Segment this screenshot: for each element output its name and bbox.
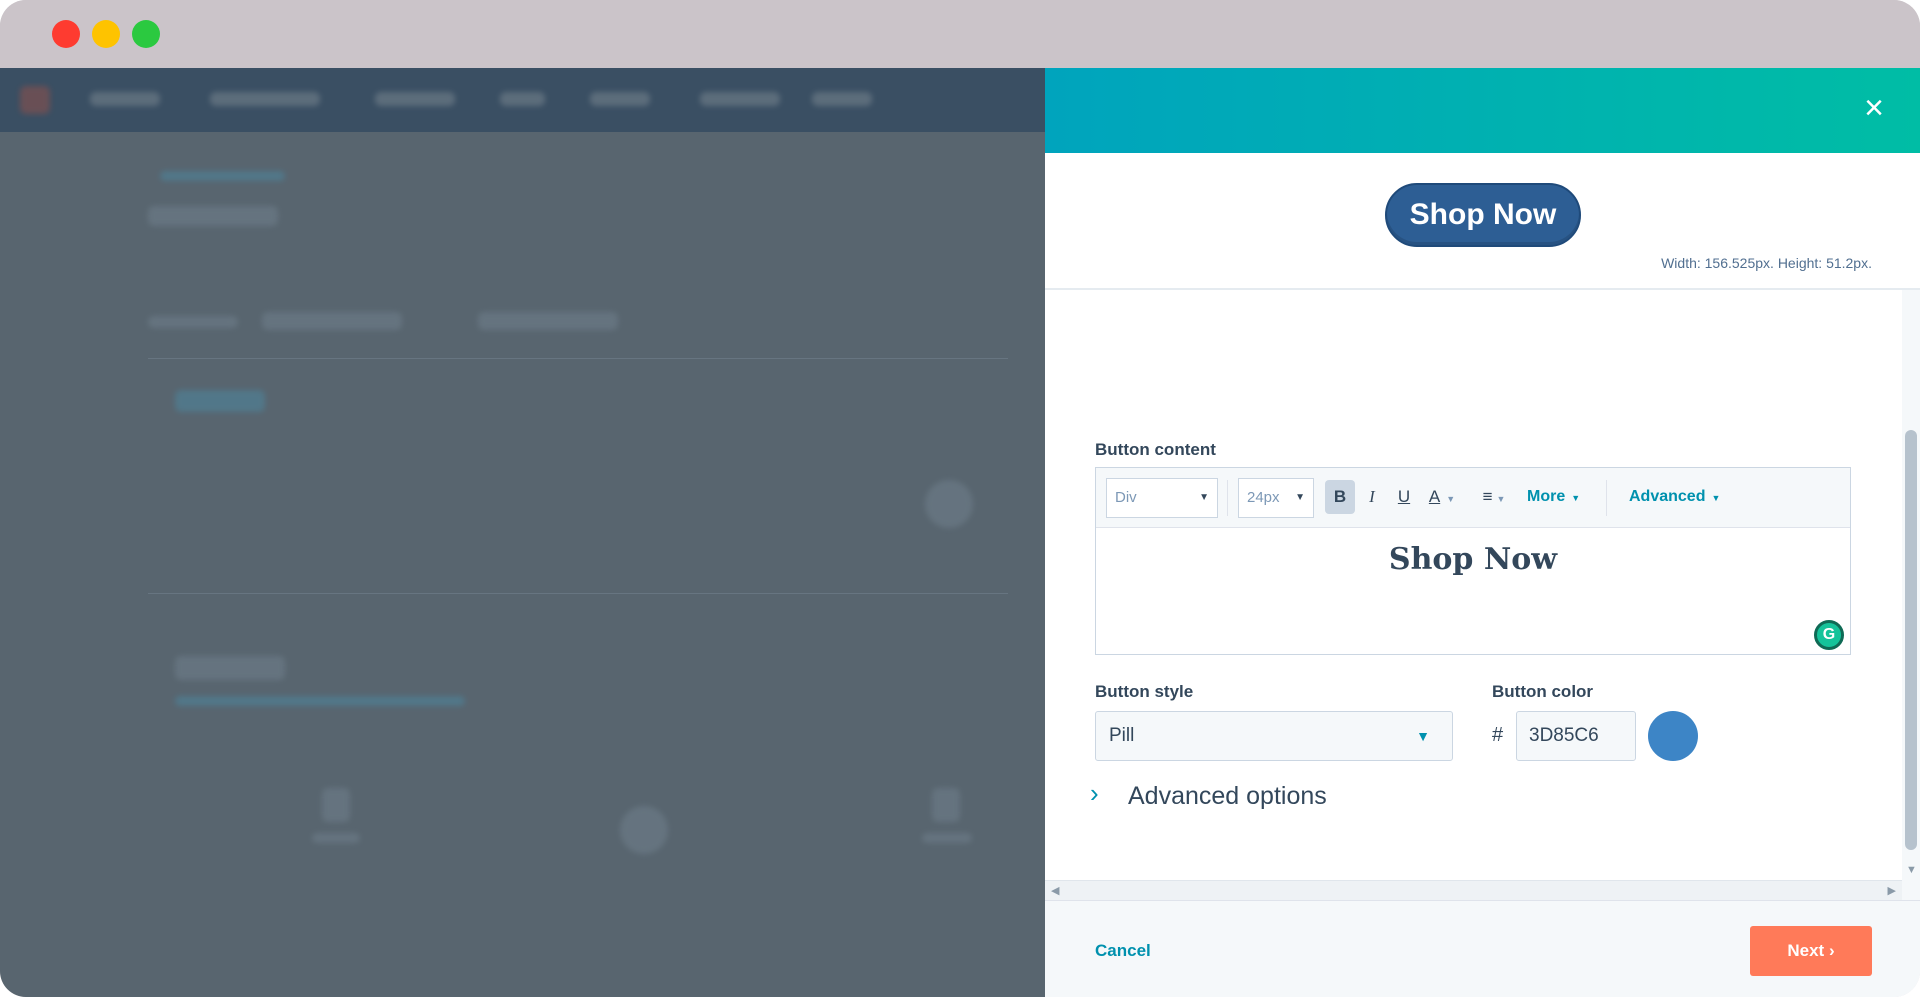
cta-editor-panel: × Shop Now Width: 156.525px. Height: 51.… [1045,68,1920,997]
vertical-scrollbar[interactable]: ▼ [1902,290,1920,900]
chevron-down-icon: ▼ [1446,494,1456,504]
scroll-left-icon[interactable]: ◀ [1051,884,1059,897]
horizontal-scrollbar[interactable]: ◀ ▶ [1045,880,1902,900]
chevron-down-icon: ▼ [1199,492,1209,503]
underline-button[interactable]: U [1390,480,1418,514]
font-size-value: 24px [1247,489,1280,506]
next-button[interactable]: Next › [1750,926,1872,976]
chevron-right-icon[interactable]: › [1090,778,1099,809]
grammarly-icon[interactable]: G [1814,620,1844,650]
button-style-value: Pill [1109,725,1135,746]
background-nav-bar [0,68,1045,132]
rich-text-editor[interactable]: Div ▼ 24px ▼ B I U A ▼ ≡ ▼ More ▼ Advanc… [1095,467,1851,655]
font-size-select[interactable]: 24px ▼ [1238,478,1314,518]
button-style-select[interactable]: Pill ▼ [1095,711,1453,761]
preview-cta-button: Shop Now [1385,183,1581,247]
background-app-overlay [0,68,1045,997]
more-menu-button[interactable]: More ▼ [1527,480,1580,514]
close-window-button[interactable] [52,20,80,48]
advanced-menu-button[interactable]: Advanced ▼ [1629,480,1720,514]
chevron-down-icon: ▼ [1711,493,1721,503]
panel-header: × [1045,68,1920,153]
vertical-scrollbar-thumb[interactable] [1905,430,1917,850]
button-color-hex-input[interactable]: 3D85C6 [1516,711,1636,761]
editor-toolbar: Div ▼ 24px ▼ B I U A ▼ ≡ ▼ More ▼ Advanc… [1096,468,1850,528]
minimize-window-button[interactable] [92,20,120,48]
color-swatch[interactable] [1648,711,1698,761]
button-style-label: Button style [1095,682,1194,701]
italic-button[interactable]: I [1358,480,1386,514]
chevron-down-icon: ▼ [1496,494,1506,504]
title-bar [0,0,1920,68]
block-type-value: Div [1115,489,1137,506]
chevron-down-icon: ▼ [1295,492,1305,503]
align-button[interactable]: ≡ ▼ [1474,480,1514,514]
bold-button[interactable]: B [1325,480,1355,514]
hash-symbol: # [1492,724,1504,746]
button-content-label: Button content [1095,440,1216,459]
app-window: × Shop Now Width: 156.525px. Height: 51.… [0,0,1920,997]
text-color-icon: A [1428,487,1441,506]
button-preview: Shop Now Width: 156.525px. Height: 51.2p… [1045,153,1920,290]
chevron-down-icon: ▼ [1571,493,1581,503]
block-type-select[interactable]: Div ▼ [1106,478,1218,518]
close-icon[interactable]: × [1856,90,1892,126]
align-icon: ≡ [1482,487,1493,506]
advanced-label: Advanced [1629,488,1706,505]
cancel-button[interactable]: Cancel [1095,941,1151,961]
panel-footer: Cancel Next › [1045,900,1920,997]
scroll-down-icon[interactable]: ▼ [1906,864,1917,876]
advanced-options-toggle[interactable]: Advanced options [1128,782,1327,811]
button-color-label: Button color [1492,682,1594,701]
settings-scroll-area: Button content Div ▼ 24px ▼ B I U A ▼ ≡ … [1045,290,1920,900]
button-text-content[interactable]: Shop Now [1096,542,1850,577]
maximize-window-button[interactable] [132,20,160,48]
scroll-right-icon[interactable]: ▶ [1888,884,1896,897]
preview-dimensions: Width: 156.525px. Height: 51.2px. [1661,255,1872,271]
more-label: More [1527,488,1566,505]
chevron-down-icon: ▼ [1416,728,1430,744]
text-color-button[interactable]: A ▼ [1422,480,1462,514]
